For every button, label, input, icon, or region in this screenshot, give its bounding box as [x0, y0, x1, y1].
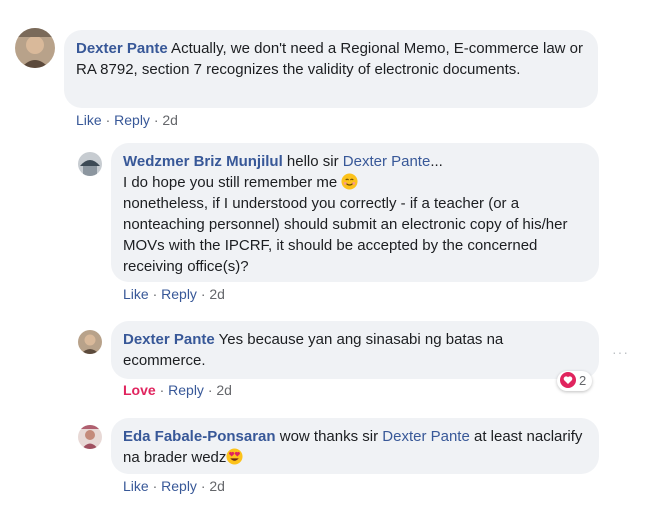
avatar[interactable]	[78, 425, 102, 449]
reaction-count[interactable]: 2	[557, 371, 593, 391]
avatar[interactable]	[78, 330, 102, 354]
comment-author[interactable]: Wedzmer Briz Munjilul	[123, 153, 283, 170]
mention-link[interactable]: Dexter Pante	[382, 428, 470, 445]
timestamp[interactable]: 2d	[216, 382, 232, 398]
timestamp[interactable]: 2d	[209, 286, 225, 302]
mention-link[interactable]: Dexter Pante	[343, 153, 431, 170]
timestamp[interactable]: 2d	[162, 112, 178, 128]
comment-actions: Like · Reply · 2d	[123, 478, 225, 494]
avatar[interactable]	[15, 28, 55, 68]
comment-actions: Love · Reply · 2d	[123, 382, 232, 398]
reply-button[interactable]: Reply	[168, 382, 204, 398]
comment-author[interactable]: Dexter Pante	[123, 331, 215, 348]
like-button[interactable]: Like	[123, 286, 149, 302]
comment-bubble: Wedzmer Briz Munjilul hello sir Dexter P…	[111, 143, 599, 282]
more-options-icon[interactable]: ···	[612, 344, 629, 360]
avatar[interactable]	[78, 152, 102, 176]
comment-actions: Like · Reply · 2d	[76, 112, 178, 128]
comment-author[interactable]: Dexter Pante	[76, 40, 168, 57]
like-button[interactable]: Like	[76, 112, 102, 128]
heart-eyes-emoji	[226, 448, 243, 465]
comment-bubble: Eda Fabale-Ponsaran wow thanks sir Dexte…	[111, 418, 599, 474]
reply-button[interactable]: Reply	[161, 286, 197, 302]
comment-bubble: Dexter Pante Yes because yan ang sinasab…	[111, 321, 599, 379]
timestamp[interactable]: 2d	[209, 478, 225, 494]
love-button[interactable]: Love	[123, 382, 156, 398]
reply-button[interactable]: Reply	[161, 478, 197, 494]
comment-author[interactable]: Eda Fabale-Ponsaran	[123, 428, 276, 445]
smiling-face-emoji	[341, 173, 358, 190]
comment-actions: Like · Reply · 2d	[123, 286, 225, 302]
comment-bubble: Dexter Pante Actually, we don't need a R…	[64, 30, 598, 108]
reply-button[interactable]: Reply	[114, 112, 150, 128]
heart-icon	[560, 372, 576, 388]
like-button[interactable]: Like	[123, 478, 149, 494]
